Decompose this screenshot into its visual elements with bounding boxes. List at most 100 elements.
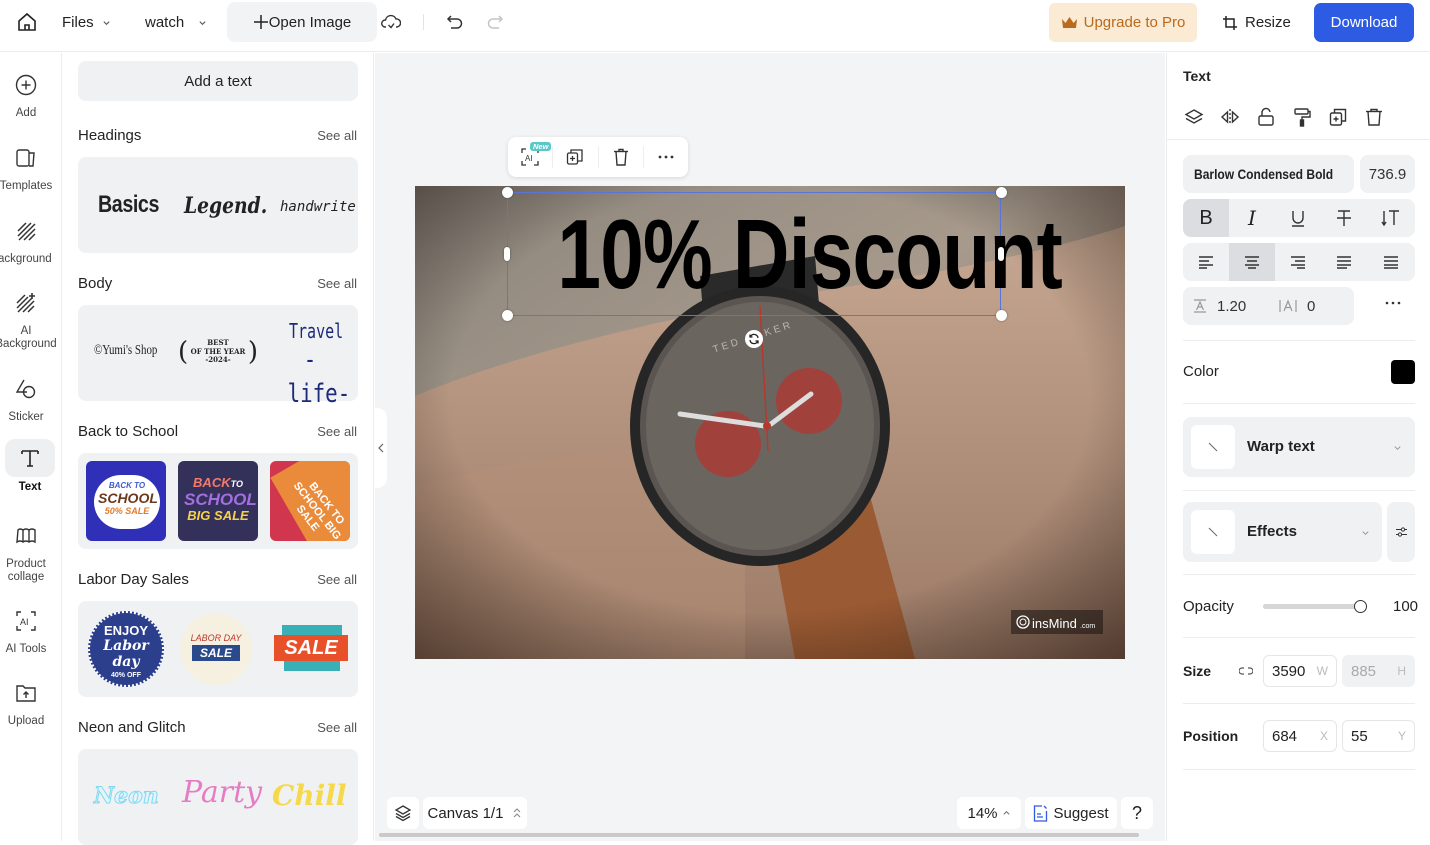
- sample-legend[interactable]: Legend.: [184, 193, 267, 219]
- add-a-text-button[interactable]: Add a text: [78, 61, 358, 101]
- effects-settings-button[interactable]: [1387, 502, 1415, 562]
- download-button[interactable]: Download: [1314, 3, 1414, 42]
- see-all-back-to-school[interactable]: See all: [317, 424, 357, 439]
- align-justify-button[interactable]: [1321, 243, 1367, 281]
- sticker-back-to-school-3[interactable]: BACK TO SCHOOL BIG SALE: [270, 461, 350, 541]
- sample-travel-life[interactable]: Travel -life-: [282, 319, 351, 411]
- sample-neon[interactable]: Neon: [94, 783, 160, 810]
- rail-item-ai-tools[interactable]: AI AI Tools: [0, 603, 52, 656]
- height-input[interactable]: 885 H: [1342, 655, 1415, 687]
- sample-basics[interactable]: Basics: [98, 191, 159, 219]
- delete-button[interactable]: [599, 137, 643, 177]
- rail-item-background[interactable]: Background: [0, 213, 52, 266]
- align-center-button[interactable]: [1229, 243, 1275, 281]
- see-all-labor-day[interactable]: See all: [317, 572, 357, 587]
- ai-text-button[interactable]: AI New: [508, 137, 552, 177]
- strikethrough-button[interactable]: [1321, 199, 1367, 237]
- neon-card[interactable]: Neon Party Chill: [78, 749, 358, 845]
- bold-button[interactable]: B: [1183, 199, 1229, 237]
- position-y-input[interactable]: 55 Y: [1342, 720, 1415, 752]
- resize-handle-top-right[interactable]: [996, 187, 1007, 198]
- sample-handwrite[interactable]: handwrite: [280, 199, 356, 215]
- spacing-group: 1.20 0: [1183, 287, 1354, 325]
- help-button[interactable]: ?: [1121, 797, 1153, 829]
- resize-handle-top-left[interactable]: [502, 187, 513, 198]
- headings-card[interactable]: Basics Legend. handwrite: [78, 157, 358, 253]
- layers-button[interactable]: [387, 797, 419, 829]
- cloud-save-button[interactable]: [381, 0, 401, 44]
- rail-item-text[interactable]: Text: [4, 439, 56, 494]
- opacity-slider[interactable]: [1263, 600, 1367, 613]
- open-image-button[interactable]: Open Image: [227, 2, 377, 42]
- sample-chill[interactable]: Chill: [272, 779, 347, 812]
- sticker-back-to-school-1[interactable]: BACK TO SCHOOL 50% SALE: [86, 461, 166, 541]
- resize-button[interactable]: Resize: [1222, 3, 1291, 42]
- suggest-button[interactable]: Suggest: [1025, 797, 1117, 829]
- resize-handle-bottom-left[interactable]: [502, 310, 513, 321]
- flip-icon[interactable]: [1220, 107, 1240, 127]
- collapse-panel-handle[interactable]: [375, 408, 387, 488]
- more-horizontal-icon: [658, 155, 674, 159]
- format-painter-icon[interactable]: [1292, 107, 1312, 127]
- sample-party[interactable]: Party: [182, 775, 262, 810]
- trash-icon[interactable]: [1364, 107, 1384, 127]
- sticker-labor-day-1[interactable]: ENJOY Labor day 40% OFF: [88, 611, 164, 687]
- width-input[interactable]: 3590 W: [1263, 655, 1337, 687]
- see-all-headings[interactable]: See all: [317, 128, 357, 143]
- discount-text[interactable]: 10% Discount: [557, 199, 1062, 309]
- rail-item-templates[interactable]: Templates: [0, 140, 52, 193]
- project-name-menu[interactable]: watch: [145, 0, 207, 44]
- sticker-labor-day-2[interactable]: LABOR DAY SALE: [180, 613, 252, 685]
- see-all-neon[interactable]: See all: [317, 720, 357, 735]
- vertical-text-button[interactable]: [1367, 199, 1415, 237]
- redo-button[interactable]: [486, 0, 504, 44]
- undo-button[interactable]: [446, 0, 464, 44]
- italic-button[interactable]: I: [1229, 199, 1275, 237]
- files-menu[interactable]: Files: [62, 0, 111, 44]
- canvas-pages-button[interactable]: Canvas 1/1: [423, 797, 527, 829]
- layers-icon[interactable]: [1184, 107, 1204, 127]
- more-options-button[interactable]: [644, 137, 688, 177]
- more-text-options-button[interactable]: [1385, 301, 1401, 305]
- resize-handle-right[interactable]: [998, 247, 1004, 261]
- font-family-select[interactable]: Barlow Condensed Bold: [1183, 155, 1354, 193]
- text-element-selection[interactable]: 10% Discount: [507, 192, 1063, 316]
- duplicate-icon[interactable]: [1328, 107, 1348, 127]
- sticker-labor-day-3[interactable]: SALE: [272, 621, 350, 677]
- body-card[interactable]: ©Yumi's Shop ( ) BEST OF THE YEAR -2024- T…: [78, 305, 358, 409]
- color-swatch[interactable]: [1391, 360, 1415, 384]
- font-size-input[interactable]: 736.9: [1360, 155, 1415, 193]
- letter-spacing-input[interactable]: 0: [1279, 287, 1315, 325]
- resize-handle-left[interactable]: [504, 247, 510, 261]
- rail-item-ai-background[interactable]: AI Background: [0, 285, 57, 351]
- underline-button[interactable]: [1275, 199, 1321, 237]
- ai-background-icon: [16, 293, 35, 313]
- zoom-level-button[interactable]: 14%: [957, 797, 1021, 829]
- line-height-input[interactable]: 1.20: [1193, 287, 1246, 325]
- design-canvas[interactable]: TED BAKER insMind .com 10% Discount: [415, 186, 1125, 659]
- opacity-slider-fill: [1263, 604, 1361, 609]
- upgrade-to-pro-button[interactable]: Upgrade to Pro: [1049, 3, 1197, 42]
- align-right-button[interactable]: [1275, 243, 1321, 281]
- duplicate-button[interactable]: [553, 137, 597, 177]
- sample-yumis-shop[interactable]: ©Yumi's Shop: [94, 343, 157, 359]
- warp-text-select[interactable]: Warp text: [1183, 417, 1415, 477]
- rail-item-add[interactable]: Add: [0, 67, 52, 120]
- resize-handle-bottom-right[interactable]: [996, 310, 1007, 321]
- lock-ratio-button[interactable]: [1239, 666, 1253, 676]
- rail-item-upload[interactable]: Upload: [0, 675, 52, 728]
- effects-select[interactable]: Effects: [1183, 502, 1382, 562]
- unlock-icon[interactable]: [1256, 107, 1276, 127]
- horizontal-scrollbar[interactable]: [379, 833, 1139, 837]
- sample-best-of-year[interactable]: ( ) BEST OF THE YEAR -2024-: [178, 335, 258, 369]
- see-all-body[interactable]: See all: [317, 276, 357, 291]
- align-left-button[interactable]: [1183, 243, 1229, 281]
- position-x-input[interactable]: 684 X: [1263, 720, 1337, 752]
- rail-item-sticker[interactable]: Sticker: [0, 371, 52, 424]
- rotate-handle[interactable]: [745, 330, 763, 348]
- opacity-slider-thumb[interactable]: [1354, 600, 1367, 613]
- rail-item-product-collage[interactable]: Product collage: [0, 518, 52, 584]
- home-button[interactable]: [16, 0, 38, 44]
- align-distribute-button[interactable]: [1367, 243, 1415, 281]
- sticker-back-to-school-2[interactable]: BACKTO SCHOOL BIG SALE: [178, 461, 258, 541]
